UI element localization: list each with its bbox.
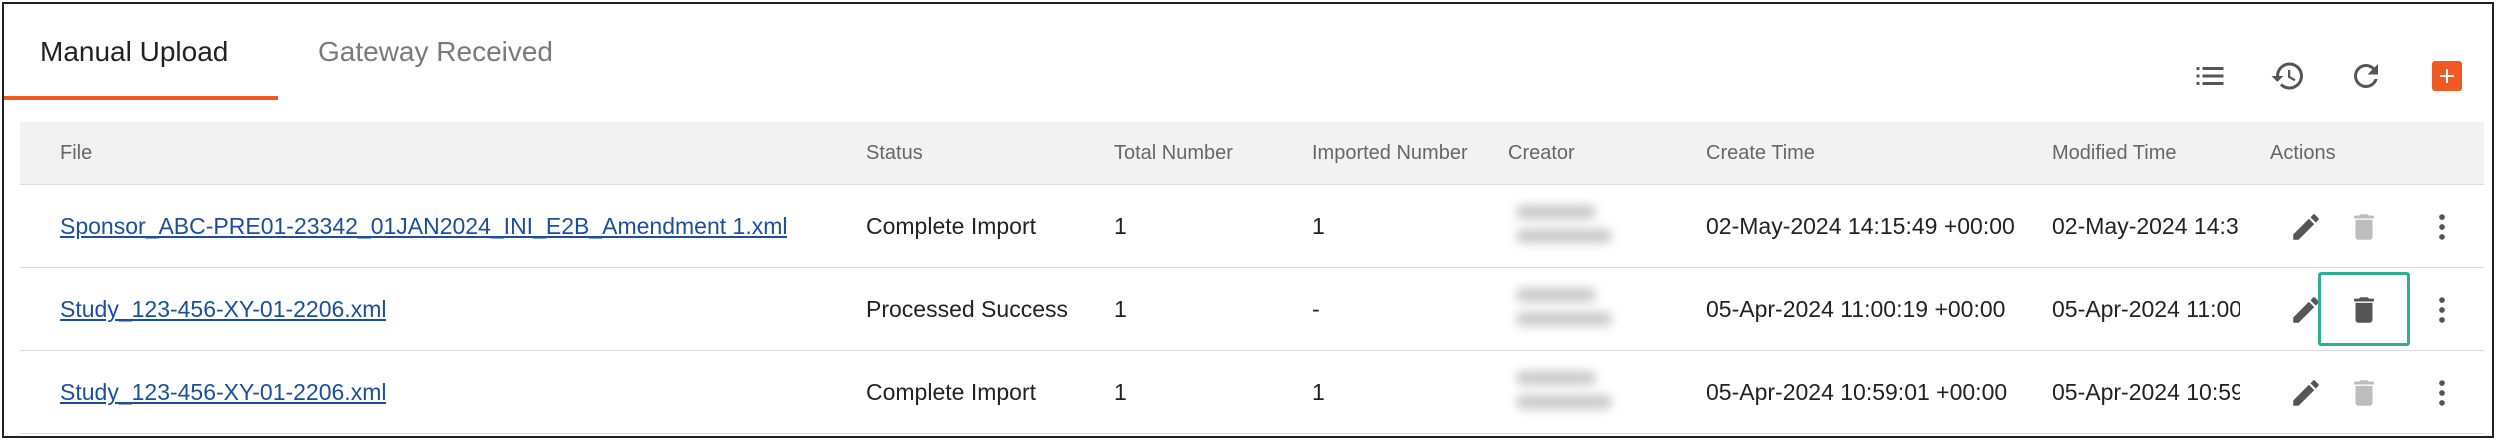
create-time-cell: 05-Apr-2024 11:00:19 +00:00 [1706, 296, 2006, 322]
creator-redacted [1508, 197, 1626, 255]
column-header-creator: Creator [1508, 142, 1575, 164]
column-header-modified-time: Modified Time [2052, 142, 2177, 164]
modified-time-cell: 05-Apr-2024 11:00:2 [2052, 296, 2240, 322]
imported-number-cell: 1 [1312, 213, 1325, 239]
more-vert-icon[interactable] [2420, 371, 2464, 415]
edit-icon[interactable] [2284, 205, 2328, 249]
refresh-icon[interactable] [2344, 54, 2388, 98]
tab-gateway-received[interactable]: Gateway Received [318, 32, 553, 72]
imported-number-cell: - [1312, 296, 1320, 322]
edit-icon[interactable] [2284, 371, 2328, 415]
modified-time-cell: 02-May-2024 14:37: [2052, 213, 2240, 239]
status-cell: Processed Success [866, 296, 1068, 322]
total-number-cell: 1 [1114, 379, 1127, 405]
column-header-create-time: Create Time [1706, 142, 1815, 164]
more-vert-icon[interactable] [2420, 288, 2464, 332]
create-time-cell: 05-Apr-2024 10:59:01 +00:00 [1706, 379, 2008, 405]
table-row: Study_123-456-XY-01-2206.xml Complete Im… [20, 351, 2484, 434]
creator-redacted [1508, 363, 1626, 421]
total-number-cell: 1 [1114, 296, 1127, 322]
creator-redacted [1508, 280, 1626, 338]
file-link[interactable]: Study_123-456-XY-01-2206.xml [60, 268, 386, 350]
status-cell: Complete Import [866, 213, 1037, 239]
table-row: Sponsor_ABC-PRE01-23342_01JAN2024_INI_E2… [20, 185, 2484, 268]
delete-icon-disabled [2342, 205, 2386, 249]
tab-manual-upload[interactable]: Manual Upload [40, 32, 228, 72]
active-tab-indicator [4, 96, 278, 100]
column-header-imported-number: Imported Number [1312, 142, 1468, 164]
column-header-actions: Actions [2270, 142, 2336, 164]
table-row: Study_123-456-XY-01-2206.xml Processed S… [20, 268, 2484, 351]
list-icon[interactable] [2188, 54, 2232, 98]
history-icon[interactable] [2266, 54, 2310, 98]
file-link[interactable]: Study_123-456-XY-01-2206.xml [60, 351, 386, 433]
file-link[interactable]: Sponsor_ABC-PRE01-23342_01JAN2024_INI_E2… [60, 185, 787, 267]
delete-icon[interactable] [2342, 288, 2386, 332]
add-icon[interactable] [2432, 61, 2462, 91]
tab-bar: Manual Upload Gateway Received [4, 4, 2492, 104]
table-header: File Status Total Number Imported Number… [20, 122, 2484, 185]
create-time-cell: 02-May-2024 14:15:49 +00:00 [1706, 213, 2015, 239]
more-vert-icon[interactable] [2420, 205, 2464, 249]
column-header-file: File [60, 142, 93, 164]
total-number-cell: 1 [1114, 213, 1127, 239]
column-header-status: Status [866, 142, 923, 164]
column-header-total-number: Total Number [1114, 142, 1233, 164]
status-cell: Complete Import [866, 379, 1037, 405]
delete-icon-disabled [2342, 371, 2386, 415]
upload-panel: Manual Upload Gateway Received File Stat… [2, 2, 2494, 438]
imported-number-cell: 1 [1312, 379, 1325, 405]
modified-time-cell: 05-Apr-2024 10:59:4 [2052, 379, 2240, 405]
